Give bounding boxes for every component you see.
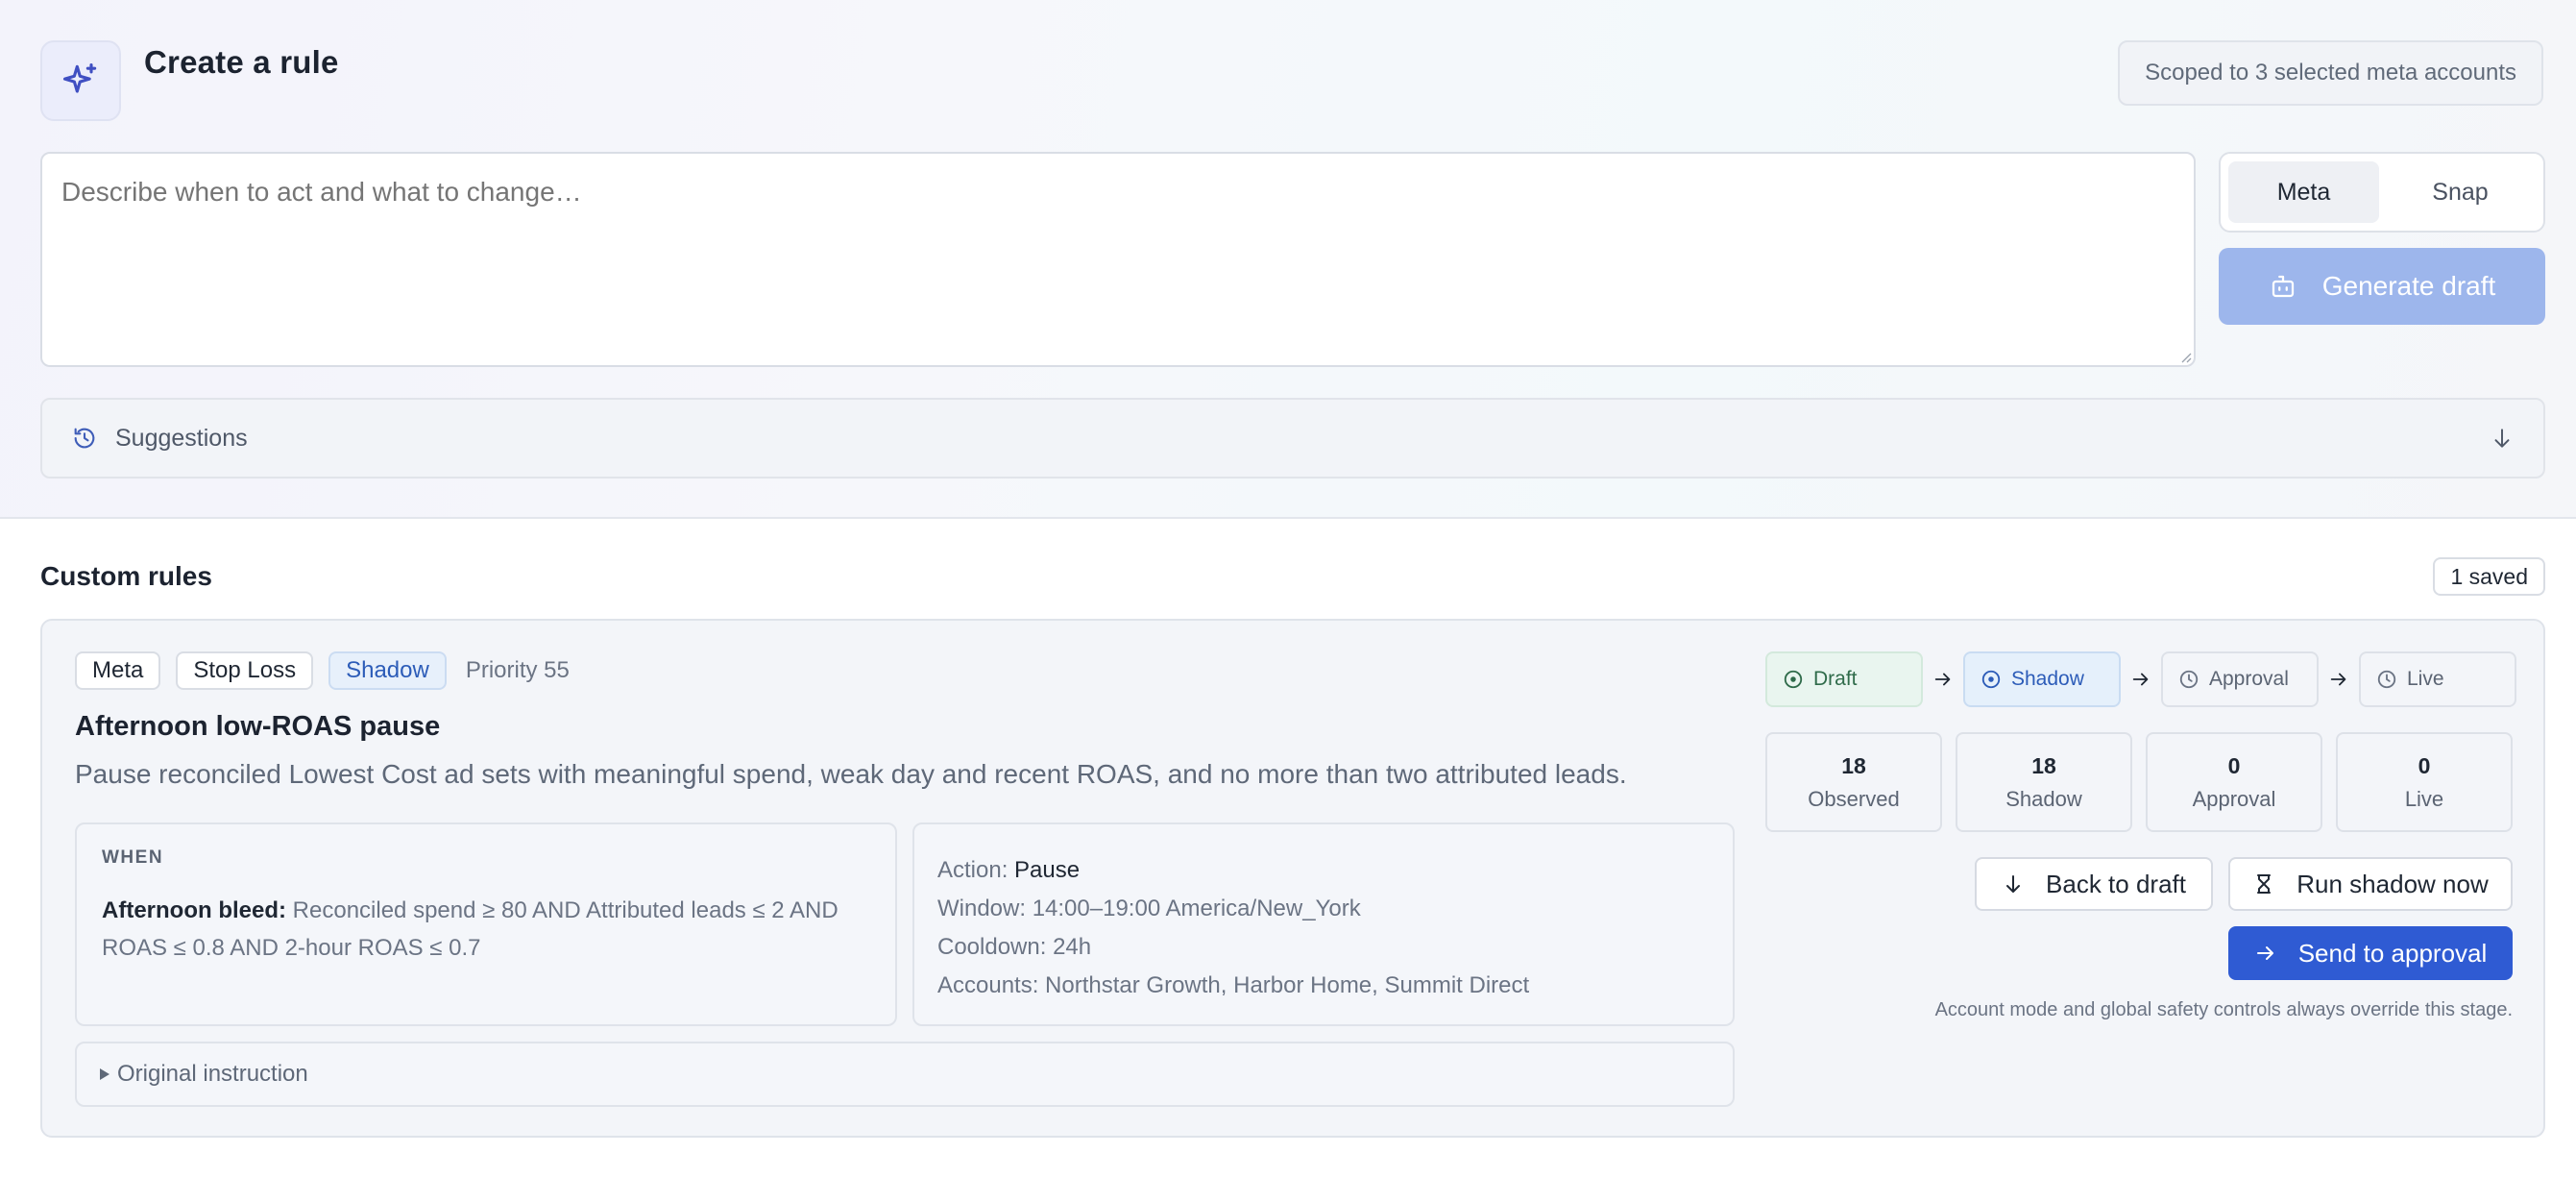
count-value: 18 [2031, 752, 2056, 778]
rule-priority: Priority 55 [465, 657, 570, 683]
suggestions-label: Suggestions [115, 424, 248, 452]
hourglass-icon [2252, 872, 2275, 896]
rule-description-input[interactable] [40, 152, 2196, 367]
tag-category: Stop Loss [176, 651, 314, 690]
original-instruction-toggle[interactable]: Original instruction [75, 1042, 1735, 1107]
condition-title: Afternoon bleed: [102, 897, 286, 923]
history-icon [71, 425, 98, 452]
stage-draft: Draft [1765, 651, 1923, 707]
run-shadow-label: Run shadow now [2297, 869, 2489, 898]
action-key: Action: [937, 857, 1009, 883]
count-label: Observed [1808, 786, 1900, 811]
suggestions-toggle[interactable]: Suggestions [40, 398, 2545, 479]
window-row: Window: 14:00–19:00 America/New_York [937, 896, 1361, 921]
stage-shadow-label: Shadow [2011, 668, 2084, 690]
arrow-down-icon [2490, 426, 2515, 451]
generate-draft-button[interactable]: Generate draft [2219, 248, 2545, 325]
tag-stage: Shadow [328, 651, 447, 690]
arrow-right-icon [2121, 669, 2161, 690]
action-row: Action: Pause [937, 851, 1710, 890]
resize-handle-icon[interactable] [2180, 352, 2192, 363]
run-shadow-button[interactable]: Run shadow now [2228, 857, 2513, 911]
platform-option-meta[interactable]: Meta [2228, 161, 2379, 223]
platform-option-snap[interactable]: Snap [2385, 161, 2536, 223]
stage-live: Live [2359, 651, 2516, 707]
count-observed: 18 Observed [1765, 732, 1942, 832]
send-to-approval-button[interactable]: Send to approval [2228, 926, 2513, 980]
rule-conditions: WHEN Afternoon bleed: Reconciled spend ≥… [75, 822, 897, 1026]
count-value: 18 [1841, 752, 1866, 778]
saved-count-badge: 1 saved [2433, 557, 2545, 596]
accounts-row: Accounts: Northstar Growth, Harbor Home,… [937, 972, 1530, 998]
stage-live-label: Live [2407, 668, 2444, 690]
custom-rules-title: Custom rules [40, 561, 212, 591]
arrow-right-icon [1923, 669, 1963, 690]
rule-name: Afternoon low-ROAS pause [75, 711, 441, 742]
generate-draft-label: Generate draft [2321, 271, 2496, 301]
rule-card: Meta Stop Loss Shadow Priority 55 Aftern… [40, 619, 2545, 1138]
circle-dot-icon [1981, 669, 2002, 690]
rule-action-details: Action: Pause Window: 14:00–19:00 Americ… [912, 822, 1735, 1026]
bot-icon [2269, 272, 2297, 301]
stage-draft-label: Draft [1813, 668, 1858, 690]
back-to-draft-label: Back to draft [2046, 869, 2186, 898]
sparkles-icon [40, 40, 121, 121]
stage-shadow: Shadow [1963, 651, 2121, 707]
create-rule-title: Create a rule [144, 44, 339, 80]
count-approval: 0 Approval [2146, 732, 2322, 832]
arrow-right-icon [2254, 942, 2277, 965]
stage-approval: Approval [2161, 651, 2319, 707]
override-note: Account mode and global safety controls … [1934, 999, 2513, 1020]
arrow-down-icon [2002, 872, 2025, 896]
stage-approval-label: Approval [2209, 668, 2289, 690]
count-shadow: 18 Shadow [1956, 732, 2132, 832]
stage-counts: 18 Observed 18 Shadow 0 Approval 0 Live [1765, 732, 2513, 832]
circle-dot-icon [1783, 669, 1804, 690]
rule-tags: Meta Stop Loss Shadow Priority 55 [75, 651, 570, 690]
triangle-right-icon [98, 1067, 111, 1082]
count-label: Live [2404, 786, 2444, 811]
create-rule-panel: Create a rule Scoped to 3 selected meta … [0, 0, 2576, 519]
count-label: Shadow [2005, 786, 2082, 811]
stage-pipeline: Draft Shadow Approval Live [1765, 651, 2516, 707]
send-to-approval-label: Send to approval [2297, 938, 2488, 968]
clock-icon [2178, 669, 2199, 690]
condition-text: Afternoon bleed: Reconciled spend ≥ 80 A… [102, 892, 870, 967]
count-live: 0 Live [2336, 732, 2513, 832]
back-to-draft-button[interactable]: Back to draft [1975, 857, 2213, 911]
scope-badge: Scoped to 3 selected meta accounts [2118, 40, 2543, 106]
original-instruction-label: Original instruction [117, 1061, 308, 1087]
rule-description: Pause reconciled Lowest Cost ad sets wit… [75, 759, 1627, 789]
tag-platform: Meta [75, 651, 161, 690]
when-label: WHEN [102, 847, 164, 868]
cooldown-row: Cooldown: 24h [937, 934, 1092, 960]
clock-icon [2376, 669, 2397, 690]
action-value: Pause [1014, 857, 1081, 883]
platform-toggle: Meta Snap [2219, 152, 2545, 233]
count-value: 0 [2418, 752, 2431, 778]
count-label: Approval [2192, 786, 2276, 811]
arrow-right-icon [2319, 669, 2359, 690]
count-value: 0 [2227, 752, 2241, 778]
